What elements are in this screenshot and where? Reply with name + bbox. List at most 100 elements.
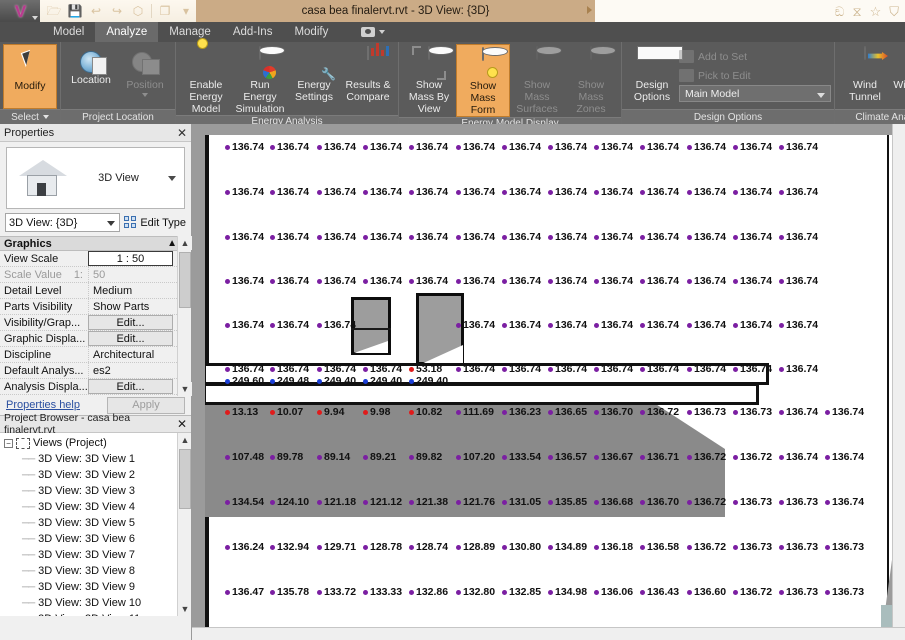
property-edit-button[interactable]: Edit... (88, 331, 173, 346)
show-mass-by-view-button[interactable]: Show Mass By View (402, 44, 456, 117)
scroll-down-icon[interactable]: ▼ (178, 382, 192, 396)
analysis-point: 136.74 (270, 276, 309, 287)
list-item[interactable]: ── 3D View: 3D View 3 (0, 483, 191, 499)
apply-button[interactable]: Apply (107, 396, 185, 414)
tile-windows-icon[interactable]: ❐ (155, 1, 175, 21)
property-row-parts-visibility[interactable]: Parts Visibility Show Parts (0, 299, 191, 315)
analysis-point: 136.72 (733, 587, 772, 598)
analysis-point-marker (363, 278, 368, 284)
close-icon[interactable]: ✕ (177, 127, 187, 139)
scrollbar-thumb[interactable] (179, 449, 191, 509)
show-mass-surfaces-button[interactable]: Show Mass Surfaces (510, 44, 564, 117)
property-value[interactable]: Show Parts (88, 299, 173, 314)
property-row-discipline[interactable]: Discipline Architectural (0, 347, 191, 363)
results-compare-button[interactable]: Results & Compare (341, 43, 395, 115)
property-edit-button[interactable]: Edit... (88, 315, 173, 330)
property-row-analysis-display[interactable]: Analysis Displa... Edit... (0, 379, 191, 395)
application-menu-button[interactable]: V (0, 0, 40, 22)
analysis-point: 136.72 (687, 497, 726, 508)
collapse-icon[interactable]: − (4, 438, 13, 448)
chevron-up-icon[interactable]: ▲ (167, 238, 177, 249)
property-row-default-analysis[interactable]: Default Analys... es2 (0, 363, 191, 379)
type-selector-dropdown[interactable]: 3D View: {3D} (5, 213, 121, 232)
properties-scrollbar[interactable]: ▲ ▼ (177, 236, 192, 396)
scrollbar-thumb[interactable] (179, 252, 191, 308)
edit-type-button[interactable]: Edit Type (124, 216, 186, 229)
tab-analyze[interactable]: Analyze (95, 22, 159, 42)
list-item[interactable]: ── 3D View: 3D View 7 (0, 547, 191, 563)
wind-rose-button[interactable]: Wind Rose (892, 44, 905, 109)
project-browser-scrollbar[interactable]: ▲ ▼ (177, 433, 191, 616)
search-help-icon[interactable]: ඞ (835, 5, 845, 18)
results-compare-label: Results & Compare (345, 79, 391, 103)
design-options-button[interactable]: Design Options (625, 44, 683, 104)
analysis-point-value: 136.74 (324, 141, 357, 153)
favorites-star-icon[interactable]: ☆ (870, 5, 882, 18)
save-icon[interactable]: 💾 (65, 1, 85, 21)
list-item[interactable]: ── 3D View: 3D View 8 (0, 563, 191, 579)
undo-icon[interactable]: ↩ (86, 1, 106, 21)
list-item[interactable]: ── 3D View: 3D View 2 (0, 467, 191, 483)
properties-help-link[interactable]: Properties help (6, 399, 80, 411)
analysis-point: 136.74 (779, 407, 818, 418)
list-item[interactable]: ── 3D View: 3D View 10 (0, 595, 191, 611)
scroll-up-icon[interactable]: ▲ (178, 236, 192, 250)
tree-root-views[interactable]: − Views (Project) (0, 435, 191, 451)
panel-title-select[interactable]: Select (0, 109, 60, 124)
location-button[interactable]: Location (64, 44, 118, 109)
tab-add-ins[interactable]: Add-Ins (222, 22, 284, 42)
property-row-detail-level[interactable]: Detail Level Medium (0, 283, 191, 299)
property-row-graphic-display[interactable]: Graphic Displa... Edit... (0, 331, 191, 347)
subscription-icon[interactable]: ⧖ (852, 5, 861, 18)
scroll-down-icon[interactable]: ▼ (178, 602, 191, 616)
property-row-scale-value: Scale Value 1: 50 (0, 267, 191, 283)
list-item[interactable]: ── 3D View: 3D View 5 (0, 515, 191, 531)
analysis-point: 136.72 (733, 452, 772, 463)
tab-manage[interactable]: Manage (158, 22, 222, 42)
analysis-point-marker (640, 454, 645, 460)
list-item[interactable]: ── 3D View: 3D View 6 (0, 531, 191, 547)
redo-icon[interactable]: ↪ (107, 1, 127, 21)
ribbon-display-options[interactable] (353, 22, 393, 42)
add-to-set-button[interactable]: Add to Set (679, 47, 831, 66)
list-item[interactable]: ──3D View: 3D View 11 (0, 611, 191, 616)
properties-group-graphics[interactable]: Graphics ▲ (0, 236, 191, 251)
analysis-point-marker (317, 366, 322, 372)
title-overflow-icon[interactable] (587, 6, 592, 14)
list-item[interactable]: ── 3D View: 3D View 9 (0, 579, 191, 595)
design-option-select[interactable]: Main Model (679, 85, 831, 102)
modify-button[interactable]: Modify (3, 44, 57, 109)
property-value[interactable]: es2 (88, 363, 173, 378)
3d-viewport[interactable]: 136.74 136.74 136.74 136.74 136.74 136.74 136.… (205, 135, 905, 640)
tab-model[interactable]: Model (42, 22, 95, 42)
open-icon[interactable]: 🗁 (44, 1, 64, 21)
list-item[interactable]: ── 3D View: 3D View 4 (0, 499, 191, 515)
property-value[interactable]: 1 : 50 (88, 251, 173, 266)
property-row-visibility-graphics[interactable]: Visibility/Grap... Edit... (0, 315, 191, 331)
drawing-canvas[interactable]: 136.74 136.74 136.74 136.74 136.74 136.74 136.… (192, 124, 905, 640)
property-value[interactable]: Architectural (88, 347, 173, 362)
show-mass-form-button[interactable]: Show Mass Form (456, 44, 510, 118)
properties-type-preview[interactable]: 3D View (6, 147, 185, 209)
tab-modify[interactable]: Modify (283, 22, 339, 42)
canvas-horizontal-scrollbar[interactable] (192, 627, 905, 640)
run-energy-simulation-button[interactable]: Run Energy Simulation (233, 44, 287, 115)
pick-to-edit-button[interactable]: Pick to Edit (679, 66, 831, 85)
show-mass-zones-button[interactable]: Show Mass Zones (564, 44, 618, 117)
energy-settings-button[interactable]: 🔧 Energy Settings (287, 44, 341, 115)
property-edit-button[interactable]: Edit... (88, 379, 173, 394)
panel-title-climate-analysis: Climate Analysis (835, 109, 905, 124)
close-icon[interactable]: ✕ (177, 417, 187, 431)
qat-overflow-icon[interactable]: ▾ (176, 1, 196, 21)
property-value[interactable]: Medium (88, 283, 173, 298)
analysis-point-marker (687, 589, 692, 595)
wind-tunnel-button[interactable]: Wind Tunnel (838, 44, 892, 109)
list-item[interactable]: ── 3D View: 3D View 1 (0, 451, 191, 467)
canvas-vertical-scrollbar[interactable] (892, 124, 905, 640)
account-icon[interactable]: ⛉ (889, 5, 899, 18)
3d-view-icon[interactable]: ⬡ (128, 1, 148, 21)
scroll-up-icon[interactable]: ▲ (178, 433, 191, 447)
position-button[interactable]: Position (118, 44, 172, 109)
enable-energy-model-button[interactable]: Enable Energy Model (179, 38, 233, 115)
property-row-view-scale[interactable]: View Scale 1 : 50 (0, 251, 191, 267)
